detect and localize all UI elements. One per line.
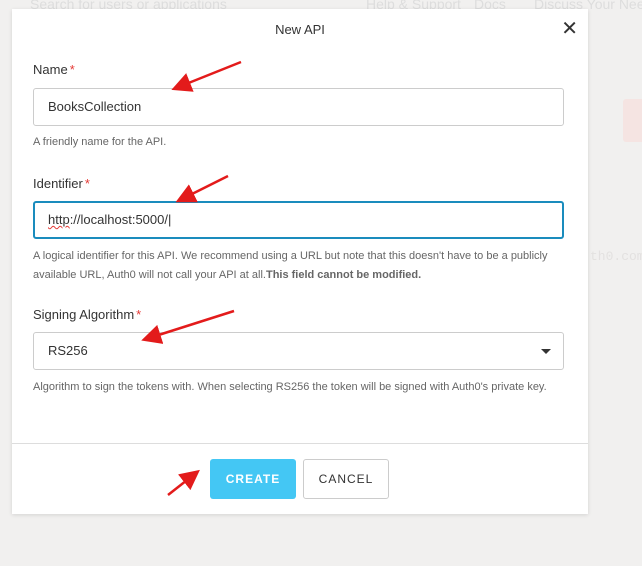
- arrow-icon: [175, 174, 229, 203]
- arrow-icon: [171, 60, 242, 92]
- annotation-arrows: [141, 60, 242, 496]
- arrow-icon: [167, 469, 200, 496]
- arrow-icon: [141, 309, 235, 344]
